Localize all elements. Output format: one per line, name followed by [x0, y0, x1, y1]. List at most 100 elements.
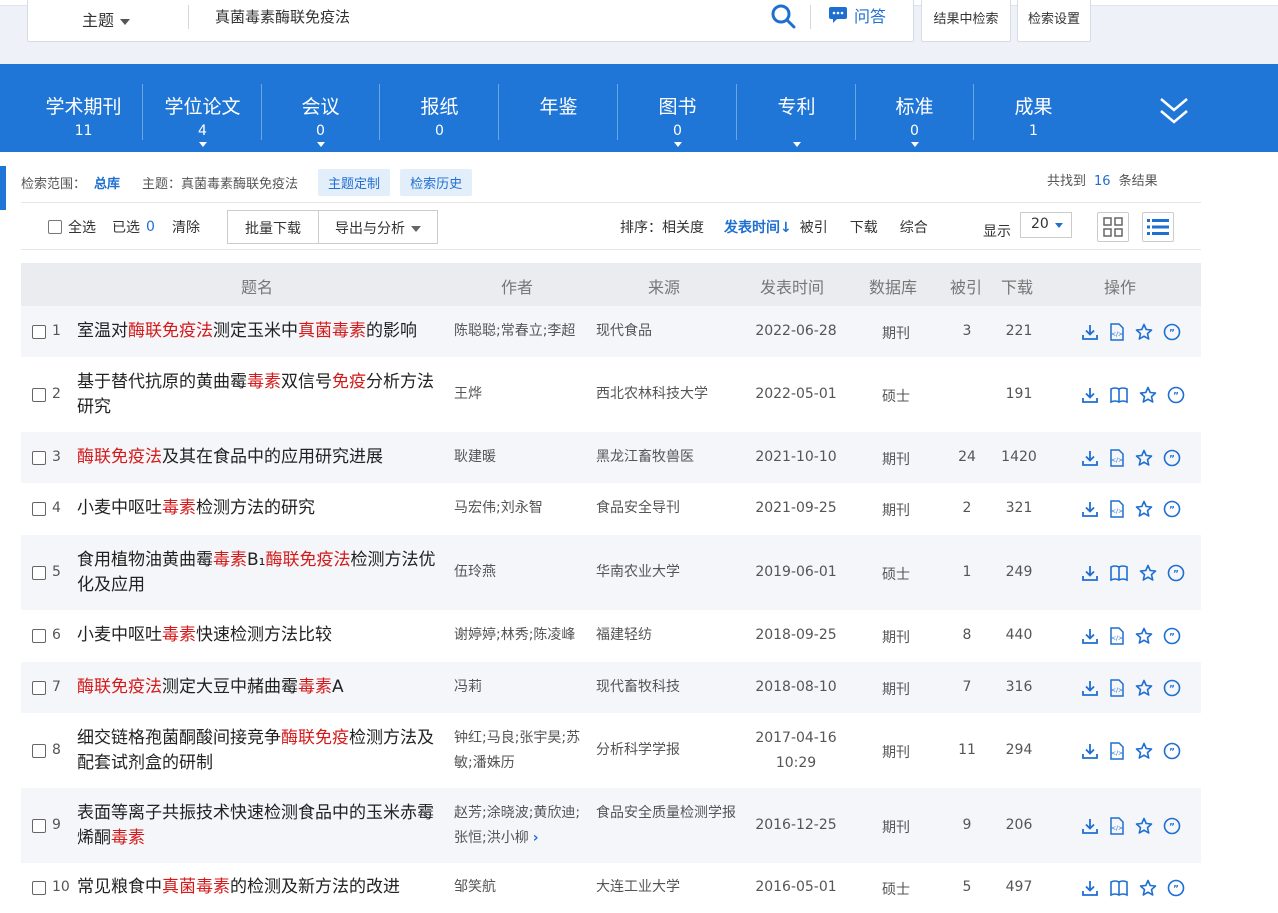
result-title-link[interactable]: 基于替代抗原的黄曲霉毒素双信号免疫分析方法研究	[77, 370, 447, 420]
favorite-star-icon[interactable]	[1135, 627, 1153, 649]
result-source[interactable]: 食品安全质量检测学报	[596, 801, 736, 826]
search-settings-button[interactable]: 检索设置	[1017, 0, 1091, 42]
tab-yearbooks[interactable]: 年鉴	[499, 64, 618, 152]
result-source[interactable]: 华南农业大学	[596, 560, 736, 585]
row-checkbox[interactable]	[32, 387, 46, 402]
result-cited-count[interactable]: 8	[941, 627, 993, 643]
download-icon[interactable]	[1081, 817, 1099, 839]
html-read-icon[interactable]: </>	[1109, 500, 1125, 522]
read-online-icon[interactable]	[1109, 386, 1129, 408]
result-author[interactable]: 耿建暖	[454, 445, 584, 470]
search-field-select[interactable]: 主题	[82, 7, 131, 31]
result-title-link[interactable]: 细交链格孢菌酮酸间接竞争酶联免疫检测方法及配套试剂盒的研制	[77, 726, 447, 776]
result-author[interactable]: 邹笑航	[454, 875, 584, 900]
favorite-star-icon[interactable]	[1135, 679, 1153, 701]
cite-quote-icon[interactable]: ”	[1163, 679, 1181, 701]
expand-tabs-icon[interactable]	[1158, 96, 1190, 130]
scope-library[interactable]: 总库	[94, 173, 120, 192]
cite-quote-icon[interactable]: ”	[1163, 323, 1181, 345]
result-title-link[interactable]: 食用植物油黄曲霉毒素B₁酶联免疫法检测方法优化及应用	[77, 548, 447, 598]
result-cited-count[interactable]: 1	[941, 564, 993, 580]
search-within-results-button[interactable]: 结果中检索	[921, 0, 1011, 42]
col-title[interactable]: 题名	[241, 274, 273, 298]
export-analyze-button[interactable]: 导出与分析	[318, 210, 438, 244]
result-author[interactable]: 陈聪聪;常春立;李超	[454, 319, 584, 344]
col-cited[interactable]: 被引	[950, 274, 982, 298]
favorite-star-icon[interactable]	[1135, 817, 1153, 839]
result-cited-count[interactable]: 24	[941, 449, 993, 465]
result-author[interactable]: 王烨	[454, 382, 584, 407]
cite-quote-icon[interactable]: ”	[1163, 627, 1181, 649]
result-title-link[interactable]: 小麦中呕吐毒素检测方法的研究	[77, 496, 447, 521]
favorite-star-icon[interactable]	[1135, 742, 1153, 764]
result-title-link[interactable]: 表面等离子共振技术快速检测食品中的玉米赤霉烯酮毒素	[77, 801, 447, 851]
favorite-star-icon[interactable]	[1139, 386, 1157, 408]
sort-overall[interactable]: 综合	[900, 217, 928, 237]
result-title-link[interactable]: 小麦中呕吐毒素快速检测方法比较	[77, 623, 447, 648]
side-panel-handle[interactable]	[0, 166, 6, 210]
row-checkbox[interactable]	[32, 450, 46, 465]
row-checkbox[interactable]	[32, 502, 46, 516]
html-read-icon[interactable]: </>	[1109, 448, 1125, 471]
favorite-star-icon[interactable]	[1135, 323, 1153, 345]
result-source[interactable]: 福建轻纺	[596, 623, 736, 648]
cite-quote-icon[interactable]: ”	[1167, 386, 1185, 408]
download-icon[interactable]	[1081, 500, 1099, 522]
search-icon[interactable]	[770, 3, 796, 33]
result-cited-count[interactable]: 3	[941, 323, 993, 339]
html-read-icon[interactable]: </>	[1109, 816, 1125, 839]
ask-button[interactable]: 问答	[828, 3, 886, 27]
cite-quote-icon[interactable]: ”	[1163, 449, 1181, 471]
download-icon[interactable]	[1081, 449, 1099, 471]
checkbox[interactable]	[48, 220, 62, 234]
cite-quote-icon[interactable]: ”	[1167, 879, 1185, 901]
tab-conferences[interactable]: 会议 0	[261, 64, 380, 152]
result-source[interactable]: 现代食品	[596, 319, 736, 344]
select-all-checkbox[interactable]: 全选	[48, 217, 96, 237]
col-date[interactable]: 发表时间	[760, 274, 824, 298]
list-view-icon[interactable]	[1142, 212, 1174, 242]
favorite-star-icon[interactable]	[1135, 449, 1153, 471]
read-online-icon[interactable]	[1109, 879, 1129, 901]
download-icon[interactable]	[1081, 323, 1099, 345]
result-author[interactable]: 赵芳;涂晓波;黄欣迪;张恒;洪小柳 ›	[454, 801, 584, 851]
tab-journals[interactable]: 学术期刊 11	[24, 64, 143, 152]
cite-quote-icon[interactable]: ”	[1163, 742, 1181, 764]
result-title-link[interactable]: 酶联免疫法测定大豆中赭曲霉毒素A	[77, 675, 447, 700]
sort-download[interactable]: 下载	[850, 217, 878, 237]
result-source[interactable]: 现代畜牧科技	[596, 675, 736, 700]
result-cited-count[interactable]: 2	[941, 500, 993, 516]
result-source[interactable]: 黑龙江畜牧兽医	[596, 445, 736, 470]
result-cited-count[interactable]: 7	[941, 679, 993, 695]
page-size-select[interactable]: 20	[1020, 212, 1072, 238]
search-history-button[interactable]: 检索历史	[400, 168, 473, 196]
sort-cited[interactable]: 被引	[800, 217, 828, 237]
grid-view-icon[interactable]	[1097, 212, 1129, 242]
row-checkbox[interactable]	[32, 565, 46, 580]
col-download[interactable]: 下载	[1001, 274, 1033, 298]
result-source[interactable]: 食品安全导刊	[596, 496, 736, 521]
tab-theses[interactable]: 学位论文 4	[143, 64, 262, 152]
topic-customize-button[interactable]: 主题定制	[318, 168, 391, 196]
search-input[interactable]: 真菌毒素酶联免疫法	[215, 6, 755, 27]
cite-quote-icon[interactable]: ”	[1163, 817, 1181, 839]
html-read-icon[interactable]: </>	[1109, 322, 1125, 345]
favorite-star-icon[interactable]	[1139, 564, 1157, 586]
cite-quote-icon[interactable]: ”	[1167, 564, 1185, 586]
sort-relevance[interactable]: 相关度	[662, 217, 704, 237]
result-cited-count[interactable]: 9	[941, 817, 993, 833]
result-author[interactable]: 伍玲燕	[454, 560, 584, 585]
clear-selection-button[interactable]: 清除	[172, 217, 200, 237]
batch-download-button[interactable]: 批量下载	[227, 210, 319, 244]
result-source[interactable]: 西北农林科技大学	[596, 382, 736, 407]
result-author[interactable]: 钟红;马良;张宇昊;苏敏;潘姝历	[454, 726, 584, 776]
tab-patents[interactable]: 专利	[737, 64, 856, 152]
result-title-link[interactable]: 酶联免疫法及其在食品中的应用研究进展	[77, 445, 447, 470]
row-checkbox[interactable]	[32, 881, 46, 895]
tab-newspapers[interactable]: 报纸 0	[380, 64, 499, 152]
favorite-star-icon[interactable]	[1135, 500, 1153, 522]
result-title-link[interactable]: 常见粮食中真菌毒素的检测及新方法的改进	[77, 875, 447, 900]
row-checkbox[interactable]	[32, 324, 46, 339]
result-cited-count[interactable]: 11	[941, 742, 993, 758]
favorite-star-icon[interactable]	[1139, 879, 1157, 901]
